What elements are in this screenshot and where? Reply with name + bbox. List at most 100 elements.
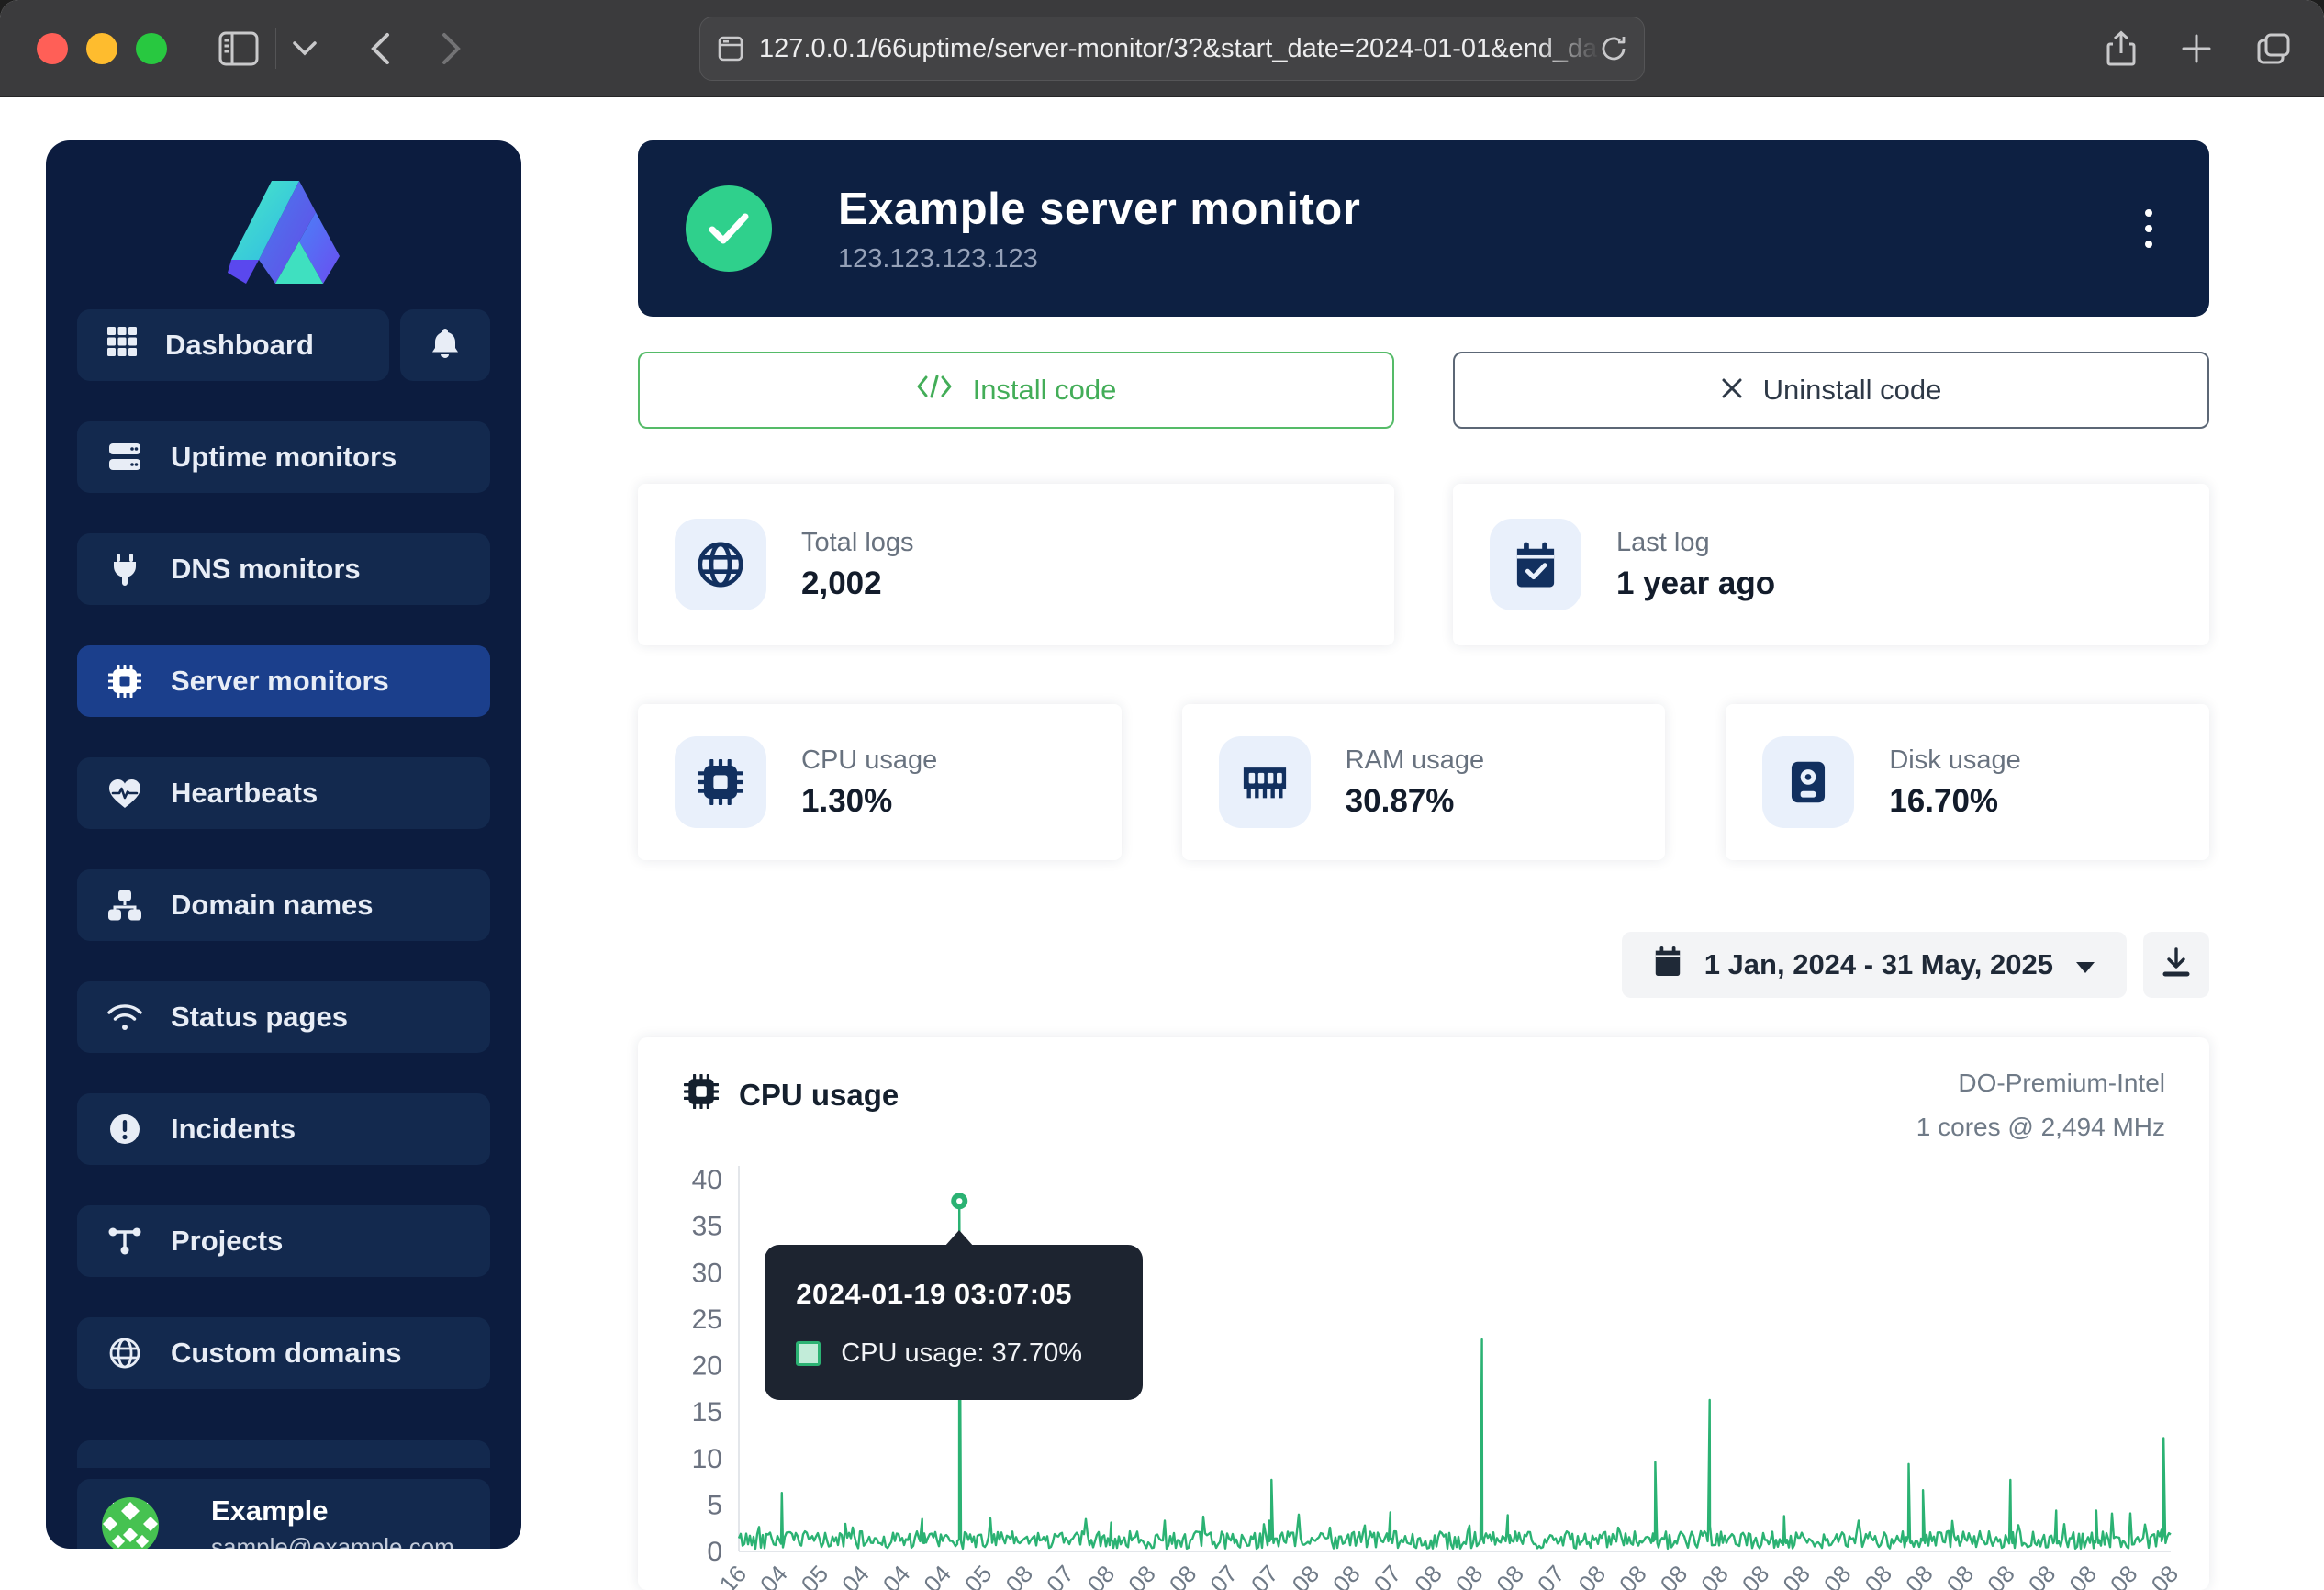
- tooltip-timestamp: 2024-01-19 03:07:05: [796, 1278, 1112, 1311]
- svg-text:08: 08: [1327, 1560, 1366, 1590]
- uninstall-code-button[interactable]: Uninstall code: [1453, 352, 2209, 429]
- sidebar-item-label: Dashboard: [165, 329, 314, 362]
- svg-text:08: 08: [1286, 1560, 1324, 1590]
- stat-card-cpu-usage: CPU usage 1.30%: [638, 704, 1122, 860]
- svg-text:08: 08: [1450, 1560, 1489, 1590]
- svg-text:08: 08: [1572, 1560, 1611, 1590]
- notifications-button[interactable]: [400, 309, 490, 381]
- monitor-header-card: Example server monitor 123.123.123.123: [638, 140, 2209, 317]
- sidebar-item-custom-domains[interactable]: Custom domains: [77, 1317, 490, 1389]
- grid-icon: [106, 326, 138, 364]
- new-tab-icon[interactable]: [2181, 33, 2212, 64]
- avatar: [101, 1496, 160, 1550]
- zoom-window-button[interactable]: [136, 33, 167, 64]
- svg-text:07: 07: [1204, 1560, 1243, 1590]
- svg-text:05: 05: [796, 1560, 834, 1590]
- bell-icon: [430, 327, 460, 364]
- memory-icon: [1219, 736, 1311, 828]
- account-card[interactable]: Example sample@example.com: [77, 1479, 490, 1549]
- svg-text:04: 04: [754, 1560, 793, 1590]
- sidebar-item-dns-monitors[interactable]: DNS monitors: [77, 533, 490, 605]
- svg-text:08: 08: [2145, 1560, 2184, 1590]
- minimize-window-button[interactable]: [86, 33, 117, 64]
- download-icon: [2162, 947, 2191, 983]
- svg-text:08: 08: [1941, 1560, 1980, 1590]
- date-range-picker[interactable]: 1 Jan, 2024 - 31 May, 2025: [1622, 932, 2127, 998]
- app-logo: [77, 168, 490, 309]
- code-icon: [916, 374, 953, 407]
- uninstall-code-label: Uninstall code: [1763, 374, 1942, 407]
- browser-toolbar: 127.0.0.1/66uptime/server-monitor/3?&sta…: [0, 0, 2324, 97]
- chevron-down-icon[interactable]: [293, 41, 317, 56]
- reload-icon[interactable]: [1600, 34, 1627, 63]
- sidebar-item-heartbeats[interactable]: Heartbeats: [77, 757, 490, 829]
- share-icon[interactable]: [2106, 30, 2137, 67]
- page-settings-icon[interactable]: [717, 35, 744, 62]
- svg-text:25: 25: [692, 1304, 722, 1335]
- sidebar-item-label: Server monitors: [171, 665, 389, 698]
- stat-value: 30.87%: [1346, 783, 1485, 820]
- sidebar-item-dashboard[interactable]: Dashboard: [77, 309, 389, 381]
- svg-text:08: 08: [1000, 1560, 1038, 1590]
- sidebar-item-incidents[interactable]: Incidents: [77, 1093, 490, 1165]
- sidebar-item-label: DNS monitors: [171, 553, 361, 586]
- svg-text:08: 08: [1409, 1560, 1447, 1590]
- page-content: Dashboard Uptime monitors DNS moni: [0, 98, 2324, 1590]
- svg-text:35: 35: [692, 1212, 722, 1242]
- svg-text:08: 08: [1614, 1560, 1652, 1590]
- svg-text:20: 20: [692, 1351, 722, 1382]
- cpu-usage-chart-card: CPU usage DO-Premium-Intel 1 cores @ 2,4…: [638, 1037, 2209, 1590]
- svg-text:08: 08: [1491, 1560, 1529, 1590]
- sidebar-item-partial[interactable]: [77, 1440, 490, 1468]
- stat-card-total-logs: Total logs 2,002: [638, 484, 1394, 645]
- svg-text:08: 08: [1859, 1560, 1897, 1590]
- forward-button[interactable]: [441, 32, 462, 65]
- svg-text:08: 08: [1164, 1560, 1202, 1590]
- svg-text:08: 08: [1737, 1560, 1775, 1590]
- sidebar-item-status-pages[interactable]: Status pages: [77, 981, 490, 1053]
- address-bar[interactable]: 127.0.0.1/66uptime/server-monitor/3?&sta…: [699, 17, 1645, 81]
- sidebar-item-domain-names[interactable]: Domain names: [77, 869, 490, 941]
- stat-card-ram-usage: RAM usage 30.87%: [1182, 704, 1666, 860]
- sidebar-item-uptime-monitors[interactable]: Uptime monitors: [77, 421, 490, 493]
- share-nodes-icon: [106, 1226, 143, 1256]
- stat-card-last-log: Last log 1 year ago: [1453, 484, 2209, 645]
- wifi-icon: [106, 1003, 143, 1031]
- cpu-icon: [106, 665, 143, 698]
- cpu-icon: [675, 736, 766, 828]
- svg-text:04: 04: [918, 1560, 956, 1590]
- stat-label: Disk usage: [1889, 745, 2020, 776]
- svg-text:08: 08: [1123, 1560, 1161, 1590]
- sidebar-item-server-monitors[interactable]: Server monitors: [77, 645, 490, 717]
- stat-value: 1 year ago: [1616, 565, 1775, 602]
- stat-value: 16.70%: [1889, 783, 2020, 820]
- chart-tooltip: 2024-01-19 03:07:05 CPU usage: 37.70%: [765, 1245, 1143, 1400]
- svg-text:04: 04: [836, 1560, 875, 1590]
- sidebar-item-projects[interactable]: Projects: [77, 1205, 490, 1277]
- svg-text:08: 08: [1818, 1560, 1857, 1590]
- main-content: Example server monitor 123.123.123.123 I…: [638, 98, 2209, 1590]
- sidebar: Dashboard Uptime monitors DNS moni: [46, 140, 521, 1549]
- caret-down-icon: [2075, 948, 2095, 981]
- sidebar-toggle-icon[interactable]: [218, 31, 259, 66]
- svg-text:07: 07: [1532, 1560, 1570, 1590]
- svg-text:40: 40: [692, 1165, 722, 1195]
- globe-icon: [675, 519, 766, 610]
- x-icon: [1721, 374, 1743, 407]
- more-options-button[interactable]: [2136, 200, 2162, 257]
- install-code-label: Install code: [973, 374, 1117, 407]
- install-code-button[interactable]: Install code: [638, 352, 1394, 429]
- svg-text:08: 08: [1777, 1560, 1816, 1590]
- svg-text:0: 0: [707, 1537, 722, 1567]
- hard-drive-icon: [1762, 736, 1854, 828]
- svg-text:10: 10: [692, 1444, 722, 1474]
- svg-text:08: 08: [2063, 1560, 2102, 1590]
- download-button[interactable]: [2143, 932, 2209, 998]
- tab-overview-icon[interactable]: [2256, 32, 2291, 65]
- stat-value: 2,002: [801, 565, 914, 602]
- back-button[interactable]: [370, 32, 390, 65]
- sidebar-item-label: Custom domains: [171, 1337, 401, 1370]
- close-window-button[interactable]: [37, 33, 68, 64]
- stat-label: Last log: [1616, 528, 1775, 558]
- svg-text:07: 07: [1369, 1560, 1407, 1590]
